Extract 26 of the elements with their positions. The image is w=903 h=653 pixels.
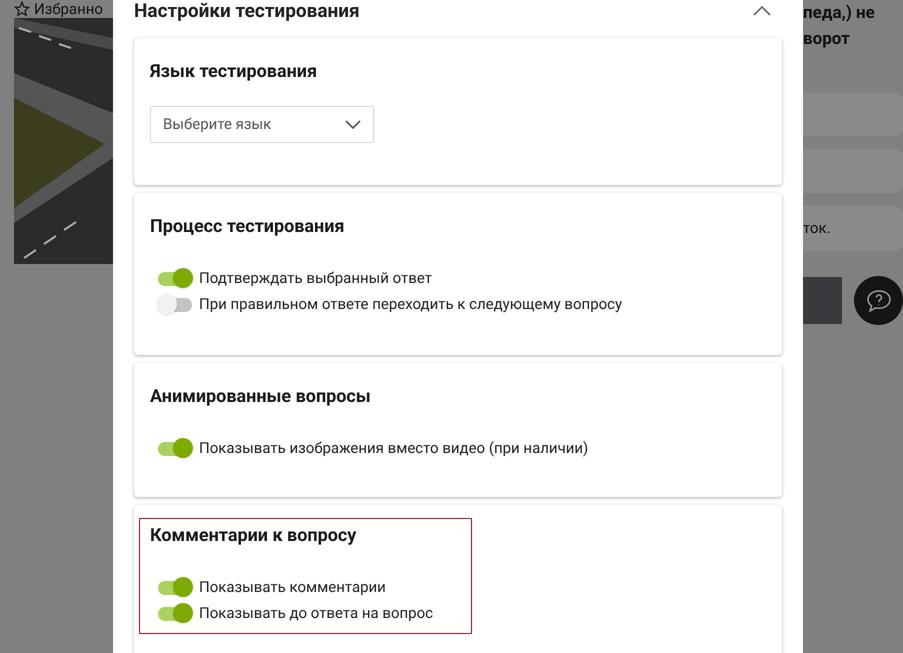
section-title: Комментарии к вопросу: [150, 524, 358, 548]
chevron-up-icon[interactable]: [753, 6, 771, 16]
help-icon: [866, 288, 892, 312]
section-title: Процесс тестирования: [150, 215, 346, 239]
toggle-switch[interactable]: [157, 438, 193, 458]
toggle-switch[interactable]: [157, 294, 193, 314]
section-title: Язык тестирования: [150, 60, 318, 84]
star-icon[interactable]: [14, 1, 30, 17]
toggle-switch[interactable]: [157, 603, 193, 623]
question-text: педа,) не: [803, 2, 876, 25]
toggle-label: При правильном ответе переходить к следующему вопросу: [199, 294, 622, 314]
toggle-switch[interactable]: [157, 268, 193, 288]
select-placeholder: Выберите язык: [163, 114, 272, 136]
question-text: ворот: [803, 28, 851, 51]
toggle-label: Показывать комментарии: [199, 577, 386, 597]
favorites-label[interactable]: Избранно: [34, 0, 103, 20]
help-button[interactable]: [854, 276, 903, 325]
chevron-down-icon: [345, 120, 361, 130]
modal-title: Настройки тестирования: [134, 0, 360, 22]
toggle-label: Показывать до ответа на вопрос: [199, 603, 433, 623]
toggle-switch[interactable]: [157, 577, 193, 597]
language-select[interactable]: Выберите язык: [150, 106, 374, 143]
toggle-label: Показывать изображения вместо видео (при наличии): [199, 438, 588, 458]
section-title: Анимированные вопросы: [150, 385, 372, 409]
answer-option[interactable]: ток.: [803, 206, 903, 251]
toggle-label: Подтверждать выбранный ответ: [199, 268, 432, 288]
